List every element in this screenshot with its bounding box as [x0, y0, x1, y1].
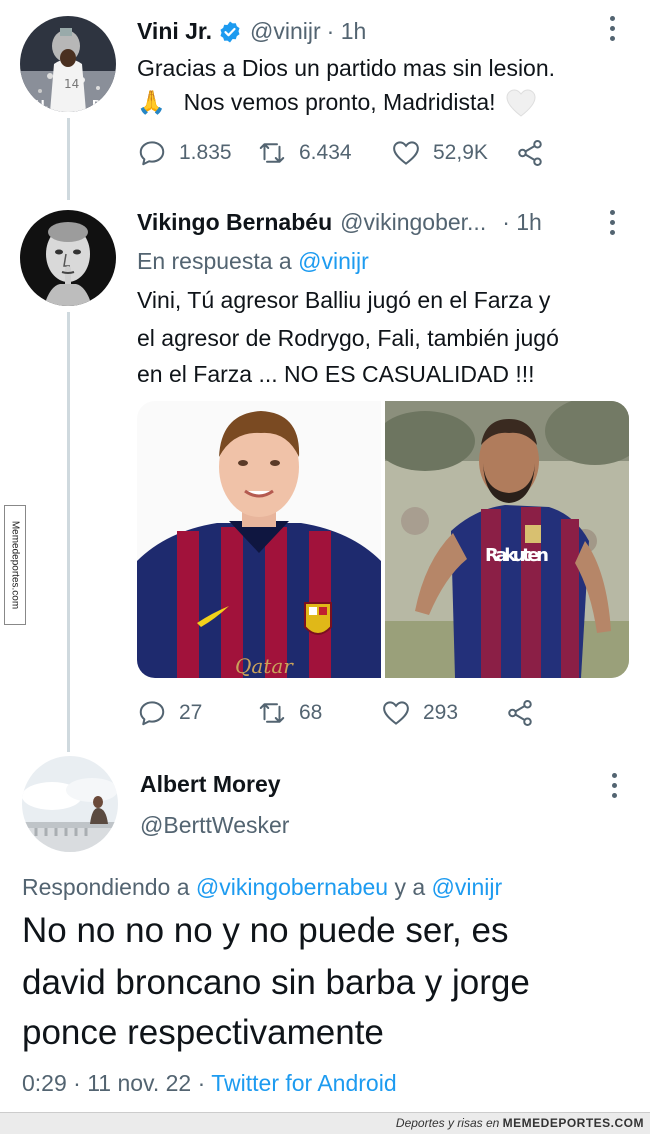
reply-count: 1.835	[179, 141, 232, 164]
reply-and: y a	[394, 874, 426, 900]
reply-button[interactable]: 1.835	[137, 138, 257, 168]
photo-player-fali[interactable]: Rakuten	[385, 401, 629, 678]
photo2-sponsor-label: Rakuten	[485, 545, 549, 566]
photo-player-balliu[interactable]: Qatar	[137, 401, 381, 678]
reply-icon	[139, 701, 165, 726]
tweet2-header: Vikingo Bernabéu @vikingober... · 1h	[137, 209, 542, 236]
retweet-button[interactable]: 68	[257, 698, 381, 728]
reply-button[interactable]: 27	[137, 698, 257, 728]
avatar-vikingo[interactable]	[20, 210, 116, 306]
svg-text:DRI: DRI	[92, 98, 114, 111]
retweet-button[interactable]: 6.434	[257, 138, 391, 168]
tweet1-text-line1: Gracias a Dios un partido mas sin lesion…	[137, 55, 556, 81]
tweet3-text: No no no no y no puede ser, es david bro…	[22, 908, 530, 1056]
white-heart-emoji-icon	[506, 88, 536, 117]
like-count: 293	[423, 701, 459, 724]
tweet3-text-line3: ponce respectivamente	[22, 1013, 384, 1052]
tweet3-handle-row: @BerttWesker	[140, 812, 289, 839]
tweet2-text-line1: Vini, Tú agresor Balliu jugó en el Farza…	[137, 287, 551, 313]
like-button[interactable]: 52,9K	[391, 138, 515, 168]
tweet2-handle[interactable]: @vikingober...	[340, 209, 486, 236]
tweet1-time[interactable]: · 1h	[327, 18, 367, 45]
retweet-icon	[259, 143, 285, 163]
tweet1-text-line2: Nos vemos pronto, Madridista!	[183, 89, 496, 115]
retweet-count: 68	[299, 701, 323, 724]
reply-prefix: En respuesta a	[137, 248, 292, 274]
folded-hands-emoji-icon: 🙏	[137, 89, 166, 115]
tweet2-actions: 27 68 293	[137, 698, 547, 728]
reply-mention-vikingobernabeu[interactable]: @vikingobernabeu	[196, 874, 388, 900]
like-heart-icon	[383, 701, 409, 725]
site-footer-watermark: Deportes y risas en MEMEDEPORTES.COM	[0, 1112, 650, 1134]
like-heart-icon	[393, 141, 419, 165]
side-watermark-text: Memedeportes.com	[9, 520, 21, 610]
tweet3-handle[interactable]: @BerttWesker	[140, 812, 289, 839]
more-options-icon[interactable]	[610, 773, 618, 803]
thread-line-2	[67, 312, 70, 752]
reply-icon	[139, 141, 165, 166]
share-icon	[508, 700, 532, 726]
tweet1-header: Vini Jr. @vinijr · 1h	[137, 18, 366, 45]
tweet3-text-line2: david broncano sin barba y jorge	[22, 963, 530, 1002]
tweet2-text-line3: en el Farza ... NO ES CASUALIDAD !!!	[137, 361, 535, 387]
footer-prefix: Deportes y risas en	[395, 1116, 500, 1130]
share-button[interactable]	[505, 698, 547, 728]
footer-brand: MEMEDEPORTES.COM	[502, 1116, 644, 1130]
svg-text:CAL: CAL	[24, 98, 48, 111]
more-options-icon[interactable]	[608, 16, 616, 46]
tweet3-client[interactable]: Twitter for Android	[211, 1070, 396, 1096]
tweet2-text-line2: el agresor de Rodrygo, Fali, también jug…	[137, 325, 559, 351]
reply-prefix: Respondiendo a	[22, 874, 190, 900]
reply-mention-vinijr[interactable]: @vinijr	[298, 248, 369, 274]
tweet2-media[interactable]: Qatar Rakuten	[137, 401, 629, 678]
svg-text:14: 14	[64, 77, 79, 91]
tweet1-handle[interactable]: @vinijr	[250, 18, 321, 45]
photo1-sponsor-label: Qatar	[235, 654, 294, 678]
side-watermark: Memedeportes.com	[4, 505, 26, 625]
reply-mention-vinijr[interactable]: @vinijr	[432, 874, 503, 900]
tweet2-author-name[interactable]: Vikingo Bernabéu	[137, 209, 332, 236]
like-button[interactable]: 293	[381, 698, 505, 728]
retweet-count: 6.434	[299, 141, 352, 164]
tweet1-text-line2-row: 🙏 Nos vemos pronto, Madridista!	[137, 86, 536, 119]
avatar-vinijr[interactable]: 14 CAL DRI	[20, 16, 116, 112]
tweet2-time[interactable]: · 1h	[502, 209, 542, 236]
share-icon	[518, 140, 542, 166]
avatar-albert-morey[interactable]	[22, 756, 118, 852]
thread-line-1	[67, 118, 70, 200]
tweet1-author-name[interactable]: Vini Jr.	[137, 18, 212, 45]
share-button[interactable]	[515, 138, 557, 168]
tweet3-meta: 0:29 · 11 nov. 22 · Twitter for Android	[22, 1070, 397, 1097]
like-count: 52,9K	[433, 141, 488, 164]
tweet3-author-name-row: Albert Morey	[140, 771, 281, 798]
tweet2-reply-context: En respuesta a @vinijr	[137, 248, 369, 275]
more-options-icon[interactable]	[608, 210, 616, 240]
reply-count: 27	[179, 701, 203, 724]
tweet3-reply-context: Respondiendo a @vikingobernabeu y a @vin…	[22, 874, 502, 901]
retweet-icon	[259, 703, 285, 723]
tweet3-text-line1: No no no no y no puede ser, es	[22, 911, 509, 950]
verified-badge-icon	[218, 20, 242, 44]
tweet1-actions: 1.835 6.434 52,9K	[137, 138, 557, 168]
tweet3-timestamp[interactable]: 0:29 · 11 nov. 22 ·	[22, 1070, 205, 1096]
tweet3-author-name[interactable]: Albert Morey	[140, 771, 281, 798]
